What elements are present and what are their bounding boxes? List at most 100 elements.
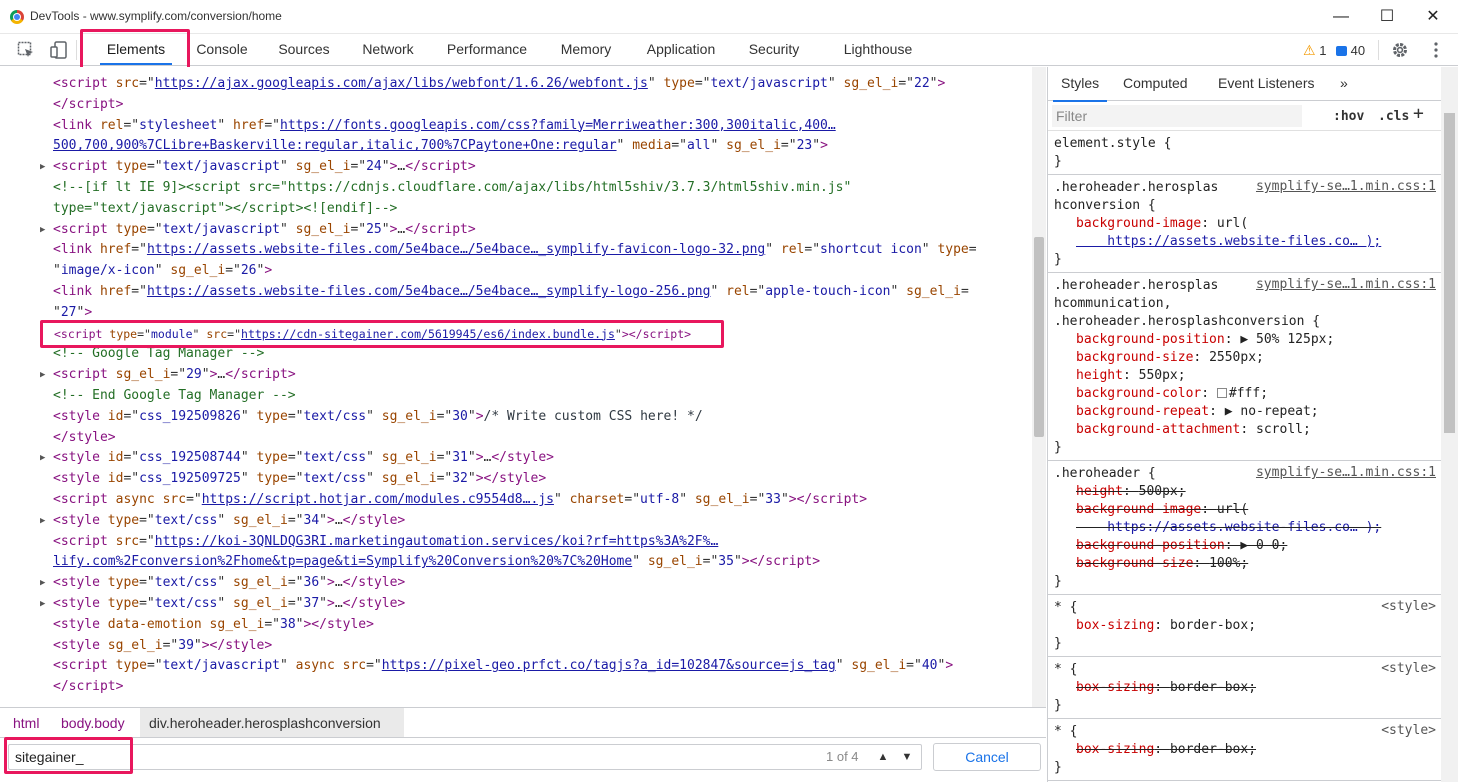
expand-triangle-icon[interactable]: ▶ [40, 220, 45, 240]
expand-triangle-icon[interactable]: ▶ [40, 511, 45, 531]
tab-lighthouse[interactable]: Lighthouse [834, 34, 922, 65]
rule-source-link[interactable]: <style> [1381, 661, 1436, 676]
tab-styles[interactable]: Styles [1052, 75, 1108, 102]
tab-sources[interactable]: Sources [270, 34, 338, 65]
css-declaration[interactable]: height: 500px; [1054, 483, 1436, 501]
dom-node-line[interactable]: <link rel="stylesheet" href="https://fon… [53, 116, 836, 136]
more-tabs-chevron-icon[interactable]: » [1340, 75, 1348, 91]
style-rule[interactable]: <style> * {box-sizing: border-box;} [1048, 657, 1441, 719]
dom-scrollbar[interactable] [1032, 67, 1046, 707]
css-declaration[interactable]: background-position: ▶ 50% 125px; [1054, 331, 1436, 349]
css-declaration[interactable]: background-repeat: ▶ no-repeat; [1054, 403, 1436, 421]
dom-node-line[interactable]: </script> [53, 677, 123, 697]
search-next-button[interactable]: ▼ [896, 745, 918, 769]
style-rule[interactable]: <style> * {box-sizing: border-box;} [1048, 719, 1441, 781]
dom-node-line[interactable]: lify.com%2Fconversion%2Fhome&tp=page&ti=… [53, 552, 820, 572]
css-declaration[interactable]: box-sizing: border-box; [1054, 679, 1436, 697]
style-rule[interactable]: symplify-se…1.min.css:1 .heroheader {heig… [1048, 461, 1441, 595]
css-declaration[interactable]: https://assets.website-files.co… ); [1054, 233, 1436, 251]
tab-elements[interactable]: Elements [96, 34, 176, 65]
breadcrumb-heroheader[interactable]: div.heroheader.herosplashconversion [149, 715, 381, 731]
css-declaration[interactable]: background-position: ▶ 0 0; [1054, 537, 1436, 555]
tab-computed[interactable]: Computed [1123, 75, 1188, 91]
dom-node-line[interactable]: "27"> [53, 303, 92, 323]
new-style-rule-button[interactable]: + [1413, 103, 1424, 124]
dom-node-line[interactable]: <!-- Google Tag Manager --> [53, 344, 264, 364]
dom-node-line[interactable]: <style data-emotion sg_el_i="38"></style… [53, 615, 374, 635]
css-declaration[interactable]: background-image: url( [1054, 215, 1436, 233]
dom-node-line[interactable]: <link href="https://assets.website-files… [53, 240, 977, 260]
style-rule[interactable]: symplify-se…1.min.css:1 .heroheader.heros… [1048, 175, 1441, 273]
minimize-button[interactable]: — [1318, 0, 1364, 34]
class-toggle[interactable]: .cls [1378, 109, 1409, 124]
dom-node-line[interactable]: <style type="text/css" sg_el_i="37">…</s… [53, 594, 405, 614]
styles-scrollbar-thumb[interactable] [1444, 113, 1455, 433]
dom-node-line[interactable]: <script src="https://koi-3QNLDQG3RI.mark… [53, 532, 718, 552]
tab-application[interactable]: Application [636, 34, 726, 65]
dom-node-line[interactable]: <style type="text/css" sg_el_i="36">…</s… [53, 573, 405, 593]
dom-node-line[interactable]: <style id="css_192508744" type="text/css… [53, 448, 554, 468]
dom-node-line[interactable]: "image/x-icon" sg_el_i="26"> [53, 261, 272, 281]
dom-node-line[interactable]: <link href="https://assets.website-files… [53, 282, 969, 302]
css-declaration[interactable]: background-color: #fff; [1054, 385, 1436, 403]
style-rule[interactable]: symplify-se…1.min.css:1 .heroheader.heros… [1048, 273, 1441, 461]
tab-memory[interactable]: Memory [550, 34, 622, 65]
dom-node-line[interactable]: <script type="text/javascript" sg_el_i="… [53, 157, 476, 177]
css-declaration[interactable]: height: 550px; [1054, 367, 1436, 385]
css-declaration[interactable]: background-size: 2550px; [1054, 349, 1436, 367]
style-rule[interactable]: <style> * {box-sizing: border-box;} [1048, 595, 1441, 657]
tab-network[interactable]: Network [352, 34, 424, 65]
hover-state-toggle[interactable]: :hov [1333, 109, 1364, 124]
dom-node-line[interactable]: </script> [53, 95, 123, 115]
expand-triangle-icon[interactable]: ▶ [40, 573, 45, 593]
issues-counter[interactable]: ⚠ 1 40 [1303, 42, 1365, 59]
maximize-button[interactable]: ☐ [1364, 0, 1410, 34]
dom-node-line[interactable]: <style sg_el_i="39"></style> [53, 636, 272, 656]
css-declaration[interactable]: box-sizing: border-box; [1054, 741, 1436, 759]
tab-event-listeners[interactable]: Event Listeners [1218, 75, 1315, 91]
css-declaration[interactable]: background-size: 100%; [1054, 555, 1436, 573]
dom-node-line[interactable]: <style id="css_192509725" type="text/css… [53, 469, 546, 489]
dom-node-line[interactable]: <!-- End Google Tag Manager --> [53, 386, 296, 406]
breadcrumb-html[interactable]: html [13, 715, 39, 731]
close-window-button[interactable]: ✕ [1410, 0, 1456, 34]
dom-node-line[interactable]: <script type="module" src="https://cdn-s… [54, 324, 691, 344]
css-declaration[interactable]: background-attachment: scroll; [1054, 421, 1436, 439]
search-previous-button[interactable]: ▲ [872, 745, 894, 769]
dom-node-line[interactable]: <style type="text/css" sg_el_i="34">…</s… [53, 511, 405, 531]
tab-console[interactable]: Console [188, 34, 256, 65]
dom-node-line[interactable]: <script src="https://ajax.googleapis.com… [53, 74, 945, 94]
settings-gear-icon[interactable] [1391, 41, 1409, 59]
more-options-icon[interactable] [1427, 41, 1445, 59]
breadcrumb-body[interactable]: body.body [61, 715, 125, 731]
rule-source-link[interactable]: symplify-se…1.min.css:1 [1256, 179, 1436, 194]
expand-triangle-icon[interactable]: ▶ [40, 157, 45, 177]
styles-scrollbar[interactable] [1441, 67, 1458, 782]
dom-node-line[interactable]: type="text/javascript"></script><![endif… [53, 199, 397, 219]
styles-filter-input[interactable]: Filter [1052, 105, 1302, 127]
style-rule[interactable]: element.style {} [1048, 131, 1441, 175]
search-cancel-button[interactable]: Cancel [933, 743, 1041, 771]
rule-source-link[interactable]: symplify-se…1.min.css:1 [1256, 465, 1436, 480]
dom-node-line[interactable]: <script sg_el_i="29">…</script> [53, 365, 296, 385]
rule-source-link[interactable]: <style> [1381, 723, 1436, 738]
css-declaration[interactable]: https://assets.website-files.co… ); [1054, 519, 1436, 537]
css-declaration[interactable]: box-sizing: border-box; [1054, 617, 1436, 635]
device-toolbar-icon[interactable] [50, 41, 68, 59]
expand-triangle-icon[interactable]: ▶ [40, 448, 45, 468]
dom-node-line[interactable]: <!--[if lt IE 9]><script src="https://cd… [53, 178, 851, 198]
tab-performance[interactable]: Performance [438, 34, 536, 65]
dom-scrollbar-thumb[interactable] [1034, 237, 1044, 437]
expand-triangle-icon[interactable]: ▶ [40, 365, 45, 385]
tab-security[interactable]: Security [740, 34, 808, 65]
rule-source-link[interactable]: symplify-se…1.min.css:1 [1256, 277, 1436, 292]
color-swatch-icon[interactable] [1216, 388, 1227, 398]
expand-triangle-icon[interactable]: ▶ [40, 594, 45, 614]
search-input[interactable]: sitegainer_ [8, 744, 922, 770]
css-declaration[interactable]: background-image: url( [1054, 501, 1436, 519]
dom-node-line[interactable]: <script type="text/javascript" async src… [53, 656, 953, 676]
dom-node-line[interactable]: <style id="css_192509826" type="text/css… [53, 407, 703, 427]
dom-node-line[interactable]: <script type="text/javascript" sg_el_i="… [53, 220, 476, 240]
inspect-element-icon[interactable] [17, 41, 35, 59]
dom-node-line[interactable]: </style> [53, 428, 116, 448]
